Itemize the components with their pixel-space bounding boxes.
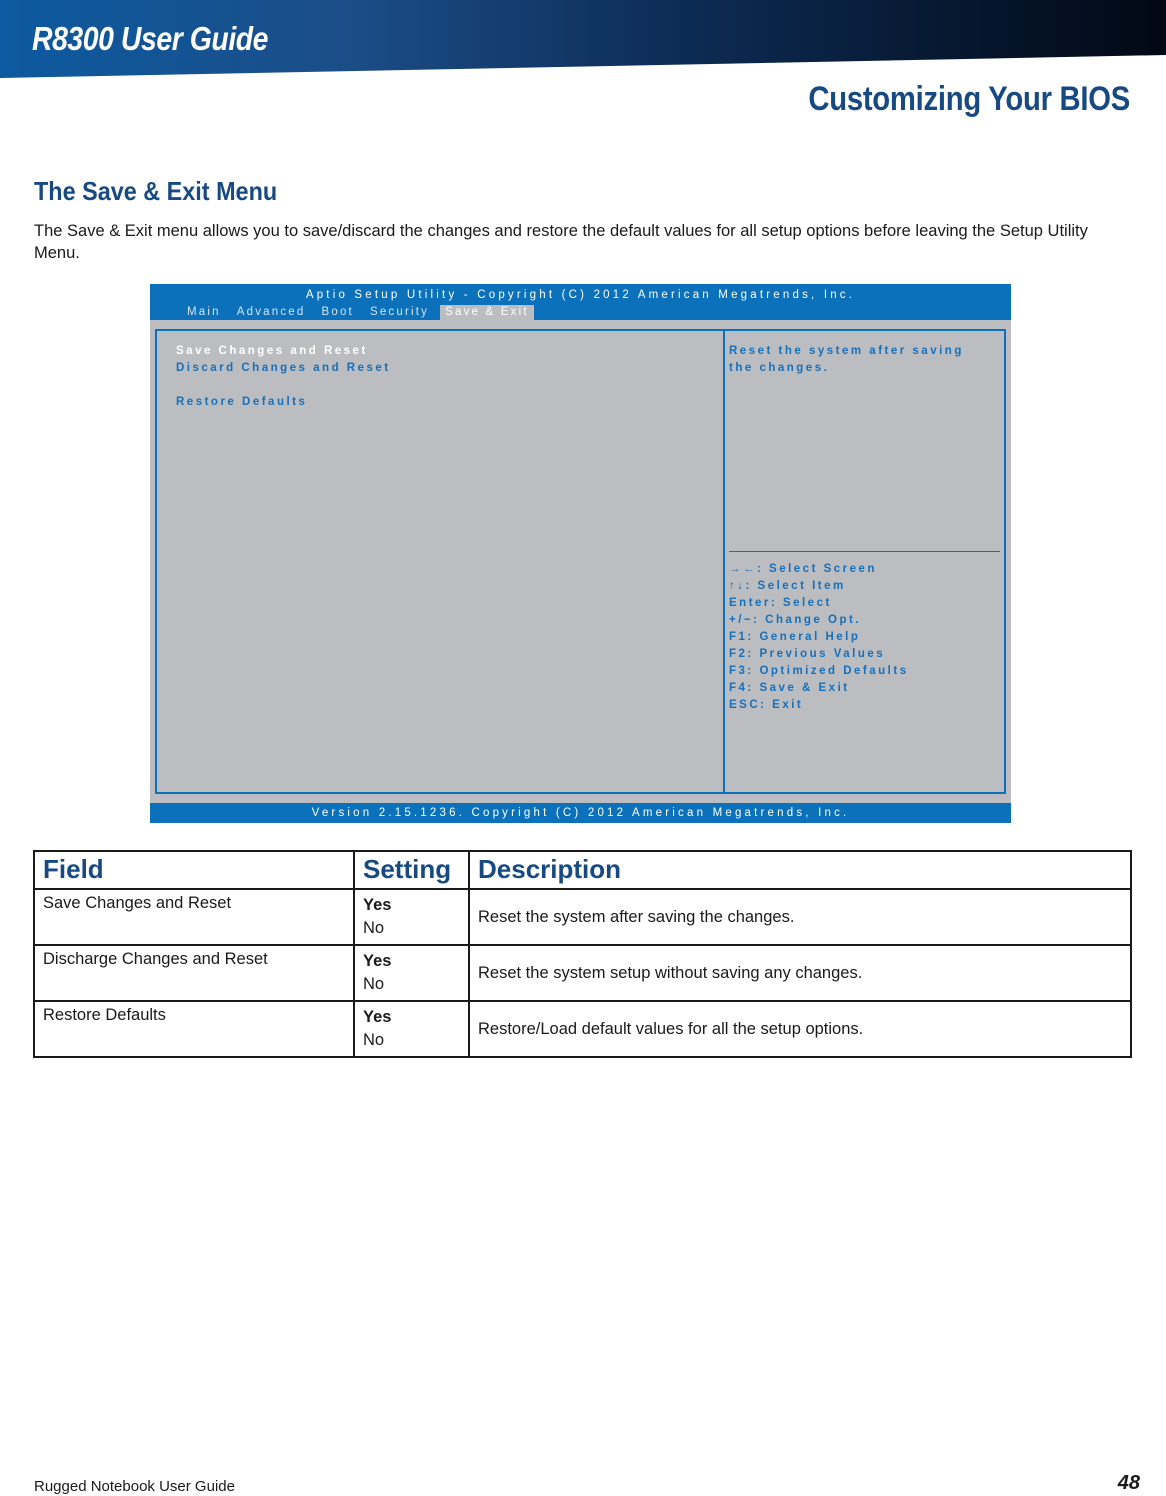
key-enter: Enter: Select <box>729 597 832 609</box>
key-f1: F1: General Help <box>729 631 861 643</box>
footer-guide-name: Rugged Notebook User Guide <box>34 1478 235 1495</box>
bios-item-save-changes-reset[interactable]: Save Changes and Reset <box>176 343 391 360</box>
bios-help-divider <box>729 551 1000 552</box>
cell-description: Reset the system setup without saving an… <box>468 944 1132 1002</box>
cell-field: Restore Defaults <box>33 1000 355 1058</box>
bios-help-line: Reset the system after saving <box>729 345 964 357</box>
bios-help-panel: Reset the system after saving the change… <box>729 343 1001 377</box>
key-esc: ESC: Exit <box>729 699 804 711</box>
bios-divider <box>723 331 725 792</box>
key-select-item: ↑↓: Select Item <box>729 580 846 592</box>
page-number: 48 <box>1117 1472 1140 1494</box>
bios-tab-save-exit[interactable]: Save & Exit <box>440 305 534 320</box>
left-right-arrows-icon: →← <box>729 563 757 575</box>
bios-tabs: Main Advanced Boot Security Save & Exit <box>182 305 540 320</box>
bios-tab-advanced[interactable]: Advanced <box>232 305 311 320</box>
intro-paragraph: The Save & Exit menu allows you to save/… <box>34 222 1088 262</box>
cell-setting: Yes No <box>353 888 470 946</box>
table-header-row: Field Setting Description <box>33 850 1132 890</box>
bios-help-line: the changes. <box>729 362 830 374</box>
cell-setting: Yes No <box>353 944 470 1002</box>
bios-footer: Version 2.15.1236. Copyright (C) 2012 Am… <box>150 803 1011 823</box>
key-change-opt: +/−: Change Opt. <box>729 614 862 626</box>
bios-tab-security[interactable]: Security <box>365 305 434 320</box>
settings-table: Field Setting Description Save Changes a… <box>33 850 1132 1058</box>
page-heading: The Save & Exit Menu <box>34 176 278 206</box>
header-setting: Setting <box>353 850 470 890</box>
cell-setting: Yes No <box>353 1000 470 1058</box>
section-title: Customizing Your BIOS <box>808 80 1130 118</box>
key-f4: F4: Save & Exit <box>729 682 850 694</box>
cell-field: Save Changes and Reset <box>33 888 355 946</box>
table-row: Save Changes and Reset Yes No Reset the s… <box>33 888 1132 946</box>
bios-tab-boot[interactable]: Boot <box>316 305 358 320</box>
bios-header: Aptio Setup Utility - Copyright (C) 2012… <box>150 284 1011 320</box>
bios-item-restore-defaults[interactable]: Restore Defaults <box>176 394 391 411</box>
bios-menu-list: Save Changes and Reset Discard Changes a… <box>176 343 391 411</box>
table-row: Discharge Changes and Reset Yes No Reset … <box>33 944 1132 1002</box>
key-f2: F2: Previous Values <box>729 648 886 660</box>
bios-title: Aptio Setup Utility - Copyright (C) 2012… <box>305 289 856 301</box>
bios-frame: Save Changes and Reset Discard Changes a… <box>155 329 1006 794</box>
bios-tab-main[interactable]: Main <box>182 305 226 320</box>
header-field: Field <box>33 850 355 890</box>
bios-key-legend: →←: Select Screen ↑↓: Select Item Enter:… <box>729 561 909 714</box>
cell-description: Reset the system after saving the change… <box>468 888 1132 946</box>
bios-item-discard-changes-reset[interactable]: Discard Changes and Reset <box>176 360 391 377</box>
bios-screenshot: Aptio Setup Utility - Copyright (C) 2012… <box>150 284 1011 823</box>
up-down-arrows-icon: ↑↓ <box>729 580 746 592</box>
cell-description: Restore/Load default values for all the … <box>468 1000 1132 1058</box>
key-select-screen: →←: Select Screen <box>729 563 877 575</box>
table-row: Restore Defaults Yes No Restore/Load defa… <box>33 1000 1132 1058</box>
header-description: Description <box>468 850 1132 890</box>
guide-title: R8300 User Guide <box>32 20 269 57</box>
cell-field: Discharge Changes and Reset <box>33 944 355 1002</box>
key-f3: F3: Optimized Defaults <box>729 665 909 677</box>
